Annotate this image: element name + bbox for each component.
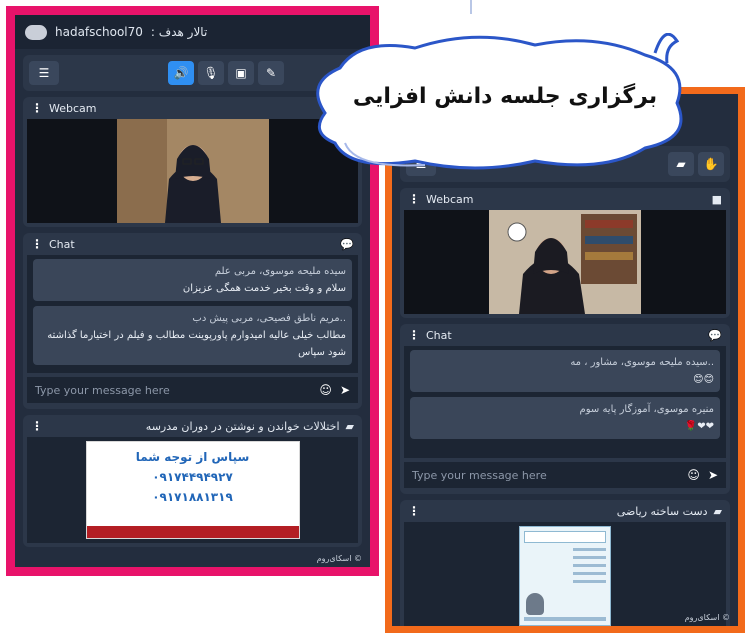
- panel-title: Chat: [426, 328, 452, 342]
- panel-options-icon[interactable]: ⋮: [31, 419, 43, 433]
- speaker-button[interactable]: 🔊: [168, 61, 194, 85]
- chat-message: سیده مليحه موسوی، مربی علم سلام و وقت بخ…: [33, 259, 352, 301]
- message-author: سیده مليحه موسوی، مربی علم: [214, 266, 346, 277]
- chat-message: ..مریم ناطق فصیحی، مربی پیش دب مطالب خیل…: [33, 306, 352, 365]
- slide-footer-bar: [86, 526, 299, 538]
- hamburger-icon: ☰: [38, 66, 50, 80]
- emoji-icon[interactable]: ☺: [687, 468, 700, 482]
- chat-messages[interactable]: ..سیده مليحه موسوی، مشاور ، مه 😊😊 منیره …: [404, 346, 726, 458]
- document-footer: [524, 617, 606, 621]
- menu-button[interactable]: ☰: [29, 61, 59, 85]
- chat-bubble-icon: 💬: [340, 237, 354, 251]
- slide-page: سپاس از توجه شما ۰۹۱۷۴۴۹۴۹۲۷ ۰۹۱۷۱۸۸۱۳۱۹: [85, 441, 300, 539]
- chat-messages[interactable]: سیده مليحه موسوی، مربی علم سلام و وقت بخ…: [27, 255, 358, 373]
- emoji-icon[interactable]: ☺: [319, 383, 332, 397]
- brand-label: اسکای‌روم ©: [684, 613, 730, 622]
- chat-input-placeholder: Type your message here: [412, 468, 547, 482]
- chat-input-field[interactable]: Type your message here ☺ ➤: [27, 377, 358, 403]
- chat-message: ..سیده مليحه موسوی، مشاور ، مه 😊😊: [410, 350, 720, 392]
- message-text: مطالب خیلی عالیه امیدوارم پاورپوینت مطال…: [47, 330, 346, 358]
- panel-options-icon[interactable]: ⋮: [31, 237, 43, 251]
- raise-hand-button[interactable]: ✋: [698, 152, 724, 176]
- panel-options-icon[interactable]: ⋮: [31, 101, 43, 115]
- message-text: سلام و وقت بخیر خدمت همگی عزیزان: [182, 283, 346, 294]
- panel-title: Chat: [49, 237, 75, 251]
- owl-illustration: [526, 593, 544, 615]
- slide-line-2: ۰۹۱۷۴۴۹۴۹۲۷: [152, 470, 233, 484]
- slide-line-3: ۰۹۱۷۱۸۸۱۳۱۹: [152, 490, 233, 504]
- panel-title: Webcam: [426, 192, 474, 206]
- folder-icon: ▰: [713, 504, 722, 518]
- chat-panel: ⋮ Chat 💬 سیده مليحه موسوی، مربی علم سلام…: [23, 233, 362, 409]
- webcam-video: [404, 210, 726, 314]
- message-author: منیره موسوی، آموزگار پایه سوم: [579, 404, 714, 415]
- webcam-panel: ⋮ Webcam ■: [400, 188, 730, 318]
- document-page: [519, 526, 611, 626]
- hand-icon: ✋: [703, 157, 719, 171]
- slide-line-1: سپاس از توجه شما: [135, 450, 250, 464]
- document-panel: ⋮ اختلالات خواندن و نوشتن در دوران مدرسه…: [23, 415, 362, 547]
- send-icon[interactable]: ➤: [708, 468, 718, 482]
- send-icon[interactable]: ➤: [340, 383, 350, 397]
- chat-input-placeholder: Type your message here: [35, 383, 170, 397]
- document-panel: ⋮ دست ساخته ریاضی ▰: [400, 500, 730, 626]
- document-line: [573, 580, 606, 583]
- username: hadafschool70: [55, 25, 143, 39]
- microphone-button[interactable]: 🎙: [198, 61, 224, 85]
- message-author: ..مریم ناطق فصیحی، مربی پیش دب: [192, 313, 346, 324]
- document-line: [573, 556, 606, 559]
- document-title: دست ساخته ریاضی: [616, 504, 708, 518]
- avatar: [25, 24, 47, 40]
- document-view: سپاس از توجه شما ۰۹۱۷۴۴۹۴۹۲۷ ۰۹۱۷۱۸۸۱۳۱۹: [27, 437, 358, 543]
- brand-label: اسکای‌روم ©: [316, 554, 362, 563]
- message-text: ❤❤🌹: [684, 421, 714, 432]
- chat-message: منیره موسوی، آموزگار پایه سوم ❤❤🌹: [410, 397, 720, 439]
- chat-panel: ⋮ Chat 💬 ..سیده مليحه موسوی، مشاور ، مه …: [400, 324, 730, 494]
- chat-input-field[interactable]: Type your message here ☺ ➤: [404, 462, 726, 488]
- right-classroom-window: ☰ ▰ ✋ ⋮ Webcam ■ ⋮ Chat 💬 ..سیده مليحه م…: [392, 94, 738, 626]
- microphone-off-icon: 🎙: [203, 66, 219, 80]
- camera-button[interactable]: ▣: [228, 61, 254, 85]
- document-header: [524, 531, 606, 543]
- camera-off-icon: ▣: [235, 66, 247, 80]
- speaker-icon: 🔊: [173, 66, 189, 80]
- document-view: [404, 522, 726, 626]
- webcam-feed: [489, 210, 641, 314]
- panel-options-icon[interactable]: ⋮: [408, 504, 420, 518]
- chat-bubble-icon: 💬: [708, 328, 722, 342]
- document-line: [573, 572, 606, 575]
- document-line: [573, 564, 606, 567]
- panel-options-icon[interactable]: ⋮: [408, 192, 420, 206]
- document-title: اختلالات خواندن و نوشتن در دوران مدرسه: [145, 419, 340, 433]
- message-text: 😊😊: [693, 374, 714, 385]
- folder-icon: ▰: [345, 419, 354, 433]
- webcam-feed: [116, 119, 269, 223]
- decorative-line: [470, 0, 472, 14]
- video-camera-icon: ■: [711, 192, 722, 206]
- panel-options-icon[interactable]: ⋮: [408, 328, 420, 342]
- brush-icon: ✎: [265, 66, 277, 80]
- document-line: [573, 548, 606, 551]
- brush-button[interactable]: ✎: [258, 61, 284, 85]
- banner-title: برگزاری جلسه دانش افزایی: [352, 84, 658, 109]
- message-author: ..سیده مليحه موسوی، مشاور ، مه: [570, 357, 714, 368]
- room-title: تالار هدف :: [150, 25, 208, 39]
